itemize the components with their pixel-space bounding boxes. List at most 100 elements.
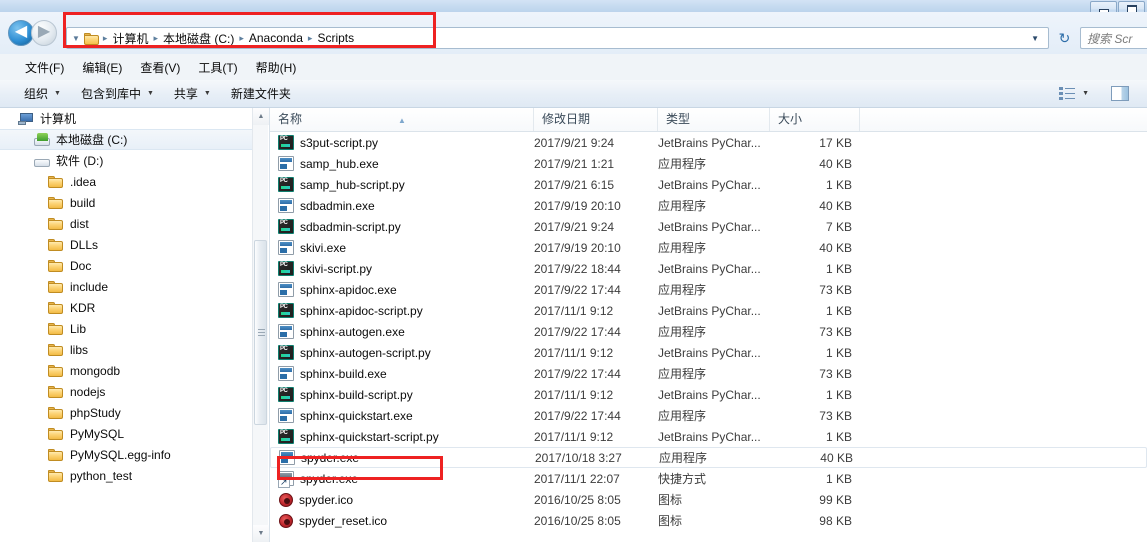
menu-view[interactable]: 查看(V) — [131, 56, 189, 79]
file-name-cell: sphinx-build-script.py — [278, 387, 413, 402]
nav-item-build[interactable]: build — [0, 192, 262, 213]
column-header-size[interactable]: 大小 — [770, 108, 860, 131]
navigation-scrollbar-thumb[interactable] — [254, 240, 267, 425]
file-date-cell: 2017/9/22 17:44 — [534, 408, 621, 423]
nav-item-dist[interactable]: dist — [0, 213, 262, 234]
column-header-name[interactable]: 名称 ▲ — [270, 108, 534, 131]
nav-item-libs[interactable]: libs — [0, 339, 262, 360]
file-row[interactable]: sphinx-autogen.exe 2017/9/22 17:44 应用程序 73 … — [270, 321, 1147, 342]
file-type-cell: JetBrains PyChar... — [658, 219, 761, 234]
scroll-up-arrow-icon[interactable]: ▲ — [253, 108, 269, 125]
nav-item-[interactable]: 计算机 — [0, 108, 262, 129]
file-row[interactable]: sphinx-apidoc.exe 2017/9/22 17:44 应用程序 73 K… — [270, 279, 1147, 300]
nav-item-c[interactable]: 本地磁盘 (C:) — [0, 129, 262, 150]
file-date-cell: 2017/11/1 9:12 — [534, 429, 614, 444]
address-bar[interactable]: ▼ ▸ 计算机 ▸ 本地磁盘 (C:) ▸ Anaconda ▸ Scripts… — [66, 27, 1049, 49]
chevron-down-icon: ▼ — [146, 90, 154, 97]
file-row[interactable]: sdbadmin.exe 2017/9/19 20:10 应用程序 40 KB — [270, 195, 1147, 216]
chevron-down-icon[interactable]: ▼ — [1031, 34, 1046, 43]
organize-button[interactable]: 组织 ▼ — [14, 82, 71, 105]
nav-item-lib[interactable]: Lib — [0, 318, 262, 339]
include-in-library-button[interactable]: 包含到库中 ▼ — [71, 82, 164, 105]
new-folder-button[interactable]: 新建文件夹 — [221, 82, 301, 105]
computer-icon — [18, 112, 34, 126]
nav-item-icon — [48, 238, 64, 252]
file-row[interactable]: skivi.exe 2017/9/19 20:10 应用程序 40 KB — [270, 237, 1147, 258]
file-row[interactable]: samp_hub.exe 2017/9/21 1:21 应用程序 40 KB — [270, 153, 1147, 174]
menu-file[interactable]: 文件(F) — [16, 56, 73, 79]
file-row[interactable]: spyder_reset.ico 2016/10/25 8:05 图标 98 KB — [270, 510, 1147, 531]
nav-item-icon — [48, 196, 64, 210]
folder-icon — [48, 175, 64, 189]
nav-item-mongodb[interactable]: mongodb — [0, 360, 262, 381]
nav-item-phpstudy[interactable]: phpStudy — [0, 402, 262, 423]
exe-icon — [278, 156, 294, 171]
file-row[interactable]: sphinx-quickstart-script.py 2017/11/1 9:1… — [270, 426, 1147, 447]
file-name-label: samp_hub.exe — [300, 156, 379, 171]
forward-button[interactable]: ▶ — [31, 20, 57, 46]
file-size-cell: 1 KB — [825, 261, 852, 276]
column-header-date[interactable]: 修改日期 — [534, 108, 658, 131]
nav-item-d[interactable]: 软件 (D:) — [0, 150, 262, 171]
scroll-down-arrow-icon[interactable]: ▼ — [253, 525, 269, 542]
scrollbar-grip-icon — [258, 329, 265, 336]
file-row[interactable]: s3put-script.py 2017/9/21 9:24 JetBrains P… — [270, 132, 1147, 153]
share-button[interactable]: 共享 ▼ — [164, 82, 221, 105]
file-type-cell: JetBrains PyChar... — [658, 387, 761, 402]
file-row[interactable]: samp_hub-script.py 2017/9/21 6:15 JetBrain… — [270, 174, 1147, 195]
exe-icon — [278, 240, 294, 255]
change-view-button[interactable]: ▼ — [1049, 84, 1099, 104]
file-date-cell: 2017/9/22 18:44 — [534, 261, 621, 276]
pycharm-py-icon — [278, 429, 294, 444]
file-type-cell: 应用程序 — [659, 451, 708, 465]
address-history-dropdown-icon[interactable]: ▼ — [69, 34, 83, 43]
menu-tools[interactable]: 工具(T) — [189, 56, 246, 79]
pycharm-py-icon — [278, 219, 294, 234]
file-row[interactable]: sphinx-build.exe 2017/9/22 17:44 应用程序 73 KB — [270, 363, 1147, 384]
file-row[interactable]: sphinx-autogen-script.py 2017/11/1 9:12 Je… — [270, 342, 1147, 363]
nav-item-doc[interactable]: Doc — [0, 255, 262, 276]
file-row[interactable]: sphinx-apidoc-script.py 2017/11/1 9:12 Jet… — [270, 300, 1147, 321]
nav-item-include[interactable]: include — [0, 276, 262, 297]
file-row[interactable]: sphinx-build-script.py 2017/11/1 9:12 JetB… — [270, 384, 1147, 405]
nav-item-pymysql-egg-info[interactable]: PyMySQL.egg-info — [0, 444, 262, 465]
nav-item-label: 计算机 — [40, 112, 77, 126]
toolbar-right-group: ▼ — [1049, 83, 1147, 104]
nav-item-pymysql[interactable]: PyMySQL — [0, 423, 262, 444]
nav-item-dlls[interactable]: DLLs — [0, 234, 262, 255]
breadcrumb-local-disk-c[interactable]: 本地磁盘 (C:) — [159, 29, 238, 48]
breadcrumb-computer[interactable]: 计算机 — [108, 29, 152, 48]
file-row[interactable]: sphinx-quickstart.exe 2017/9/22 17:44 应用程序… — [270, 405, 1147, 426]
nav-item-icon — [48, 406, 64, 420]
nav-item-nodejs[interactable]: nodejs — [0, 381, 262, 402]
include-in-library-label: 包含到库中 — [80, 87, 141, 101]
nav-item-kdr[interactable]: KDR — [0, 297, 262, 318]
column-header-type[interactable]: 类型 — [658, 108, 770, 131]
breadcrumb-anaconda[interactable]: Anaconda — [245, 30, 307, 46]
content-area: 计算机本地磁盘 (C:) 软件 (D:) .idea build dist DLLs Doc… — [0, 108, 1147, 542]
menu-help[interactable]: 帮助(H) — [247, 56, 306, 79]
file-type-cell: JetBrains PyChar... — [658, 345, 761, 360]
chevron-down-icon: ▼ — [203, 90, 211, 97]
file-row[interactable]: spyder.exe 2017/11/1 22:07 快捷方式 1 KB — [270, 468, 1147, 489]
file-name-label: sphinx-quickstart-script.py — [300, 429, 439, 444]
file-row[interactable]: spyder.ico 2016/10/25 8:05 图标 99 KB — [270, 489, 1147, 510]
file-name-cell: spyder_reset.ico — [278, 513, 387, 528]
file-row[interactable]: spyder.exe 2017/10/18 3:27 应用程序 40 KB — [270, 447, 1147, 468]
breadcrumb-scripts[interactable]: Scripts — [313, 30, 358, 46]
file-row[interactable]: skivi-script.py 2017/9/22 18:44 JetBrains … — [270, 258, 1147, 279]
nav-item-idea[interactable]: .idea — [0, 171, 262, 192]
command-toolbar: 组织 ▼ 包含到库中 ▼ 共享 ▼ 新建文件夹 ▼ — [0, 80, 1147, 108]
preview-pane-button[interactable] — [1101, 83, 1139, 104]
nav-item-icon — [34, 132, 50, 147]
nav-item-label: PyMySQL.egg-info — [70, 447, 171, 462]
file-date-cell: 2017/9/21 6:15 — [534, 177, 615, 192]
nav-item-label: 软件 (D:) — [56, 154, 104, 168]
nav-item-python-test[interactable]: python_test — [0, 465, 262, 486]
menu-edit[interactable]: 编辑(E) — [73, 56, 131, 79]
refresh-button[interactable]: ↻ — [1055, 29, 1074, 47]
file-row[interactable]: sdbadmin-script.py 2017/9/21 9:24 JetBrain… — [270, 216, 1147, 237]
chevron-down-icon: ▼ — [54, 90, 61, 97]
navigation-scrollbar[interactable]: ▲ ▼ — [252, 108, 269, 542]
search-input[interactable]: 搜索 Scr — [1080, 27, 1147, 49]
